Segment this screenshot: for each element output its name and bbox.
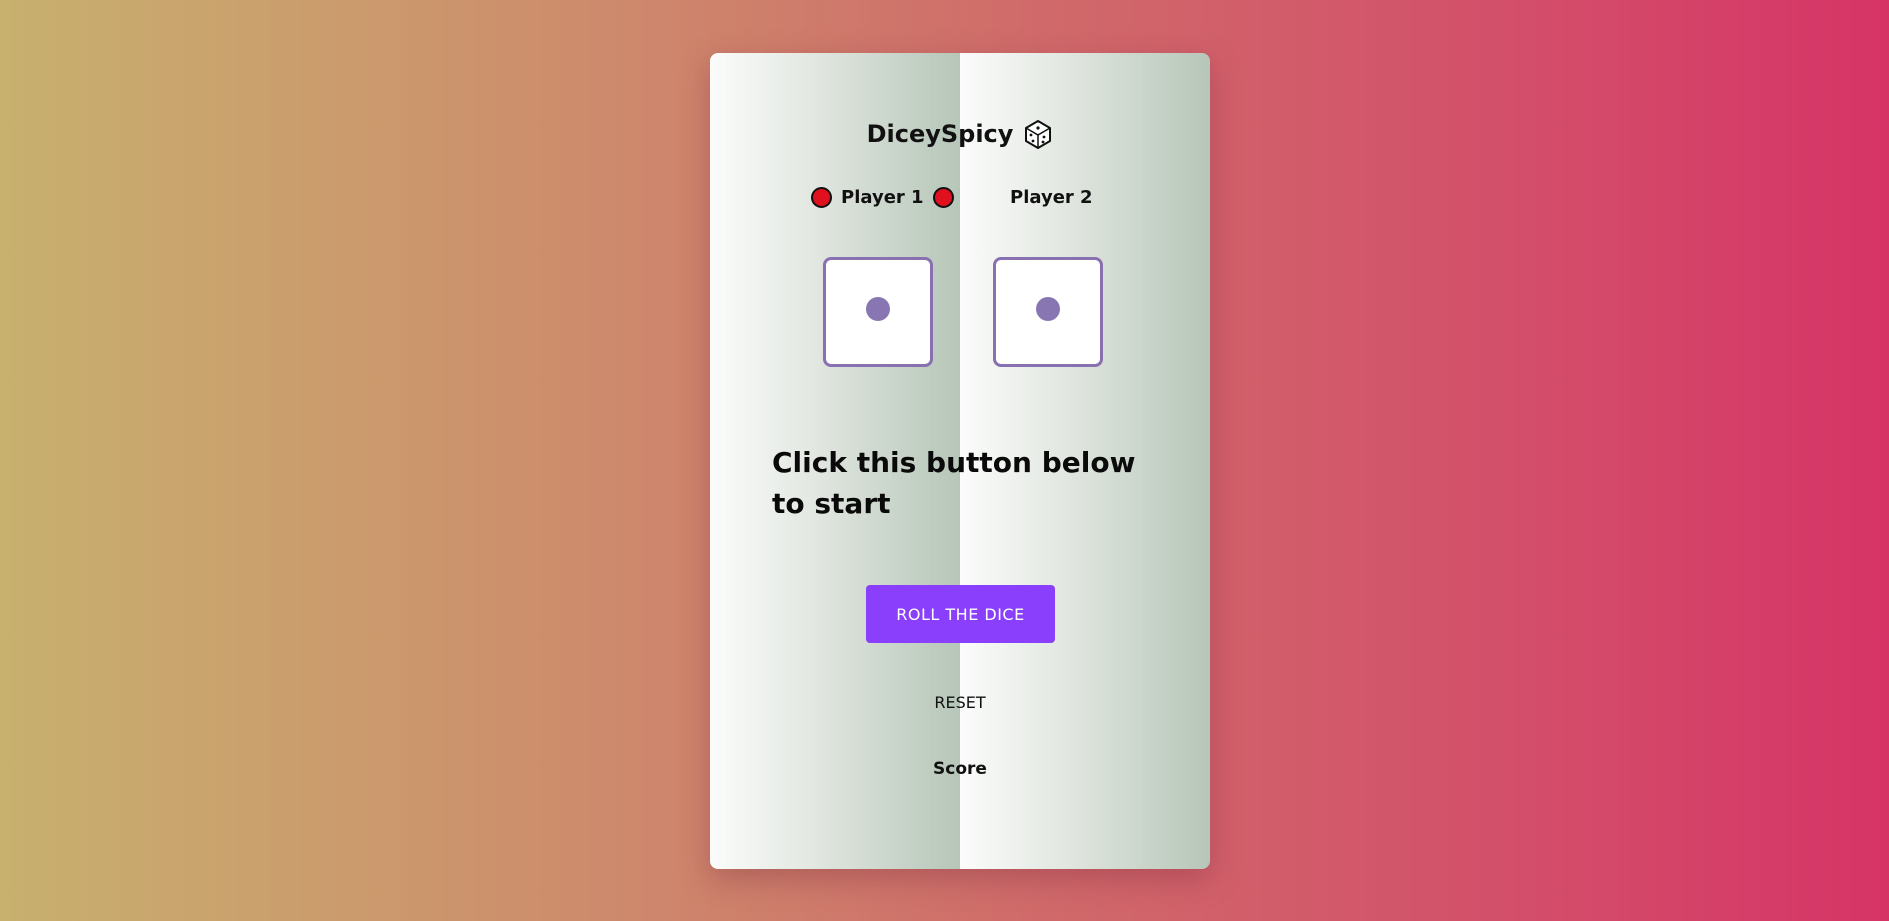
player-2-die [993, 257, 1103, 367]
players-row: Player 1 Player 2 [710, 187, 1210, 217]
roll-dice-button[interactable]: ROLL THE DICE [866, 585, 1055, 643]
status-message: Click this button below to start [772, 446, 1136, 520]
game-card: DiceySpicy Player 1 Player 2 Click this … [710, 53, 1210, 869]
die-pip [1036, 297, 1060, 321]
turn-indicator-icon [811, 187, 832, 208]
turn-indicator-icon [932, 187, 954, 208]
die-pip [866, 297, 890, 321]
player-2-name: Player 2 [1010, 187, 1093, 208]
player-1-die [823, 257, 933, 367]
score-label: Score [933, 759, 987, 779]
app-title: DiceySpicy [710, 119, 1210, 149]
player-1-label: Player 1 [811, 187, 954, 208]
dice-icon [1023, 119, 1053, 149]
app-title-text: DiceySpicy [866, 120, 1014, 148]
player-2-label: Player 2 [1010, 187, 1093, 208]
reset-button[interactable]: RESET [710, 693, 1210, 712]
player-1-name: Player 1 [841, 187, 924, 208]
